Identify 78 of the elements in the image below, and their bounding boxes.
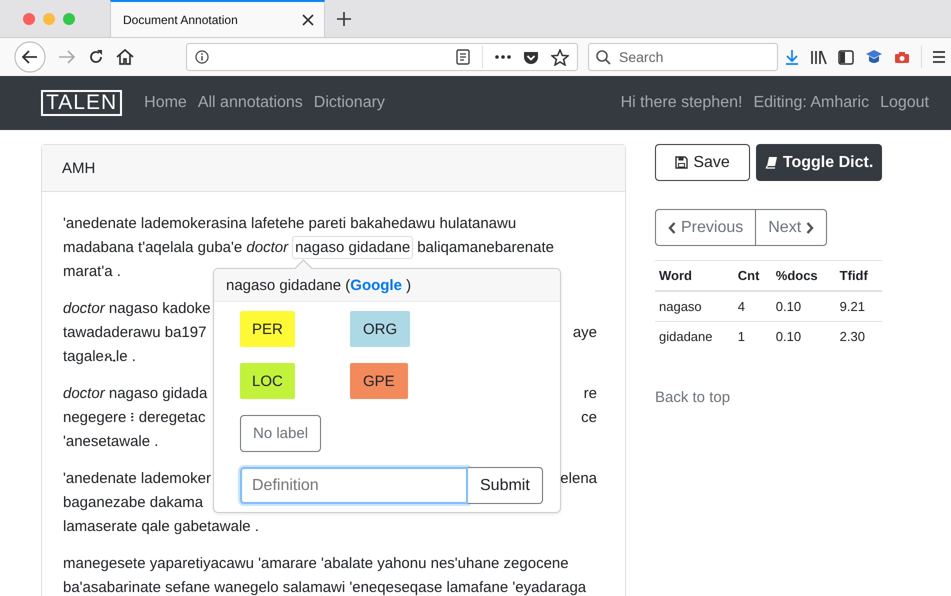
paragraph-text: ce <box>581 408 598 426</box>
table-cell: 4 <box>734 291 772 322</box>
table-cell: 2.30 <box>836 322 882 351</box>
chevron-right-icon <box>806 222 814 234</box>
submit-button[interactable]: Submit <box>468 467 543 504</box>
reload-icon[interactable] <box>88 49 104 65</box>
paragraph-text: doctor nagaso kadoke <box>63 300 212 316</box>
back-to-top-link[interactable]: Back to top <box>655 389 882 406</box>
paragraph-text: lamaserate qale gabetawale . <box>63 518 260 534</box>
toggle-dictionary-button[interactable]: Toggle Dict. <box>756 144 882 181</box>
brand-logo[interactable]: TALEN <box>41 90 122 116</box>
sidebar-icon[interactable] <box>838 50 854 64</box>
book-icon <box>764 156 778 169</box>
table-cell: 1 <box>734 322 772 351</box>
back-icon[interactable] <box>14 41 46 73</box>
card-header: AMH <box>42 145 625 192</box>
new-tab-icon[interactable] <box>337 12 351 26</box>
browser-tab[interactable]: Document Annotation <box>110 0 325 37</box>
column-header: Cnt <box>734 260 772 291</box>
next-button[interactable]: Next <box>756 209 828 246</box>
save-button[interactable]: Save <box>655 144 750 181</box>
paragraph-text: baliqamanebarenate <box>417 238 555 256</box>
paragraph-text: ba'asabarinate sefane wanegelo salamawi 'eneqeseqase lamafane 'eyadaraga <box>63 578 588 596</box>
paragraph-text: aye <box>572 324 598 340</box>
table-cell: 0.10 <box>772 291 836 322</box>
paragraph-text: 'anesetawale . <box>63 432 160 450</box>
paragraph-text: madabana t'aqelala guba'e doctor <box>63 238 290 256</box>
paragraph-text: tagaleጺle . <box>63 348 137 364</box>
paragraph-text: negegere ፧ deregetac <box>63 408 206 426</box>
paragraph-text: tawadaderawu ba197 <box>63 324 208 340</box>
search-field[interactable]: Search <box>588 43 778 71</box>
paragraph-text: marat'a . <box>63 262 122 280</box>
close-icon[interactable] <box>302 14 314 26</box>
table-cell: 9.21 <box>836 291 882 322</box>
star-icon[interactable] <box>551 48 569 66</box>
paragraph-text: elena <box>560 470 598 486</box>
nav-link[interactable]: Hi there stephen! <box>620 94 742 112</box>
label-button[interactable]: ORG <box>350 311 410 347</box>
paragraph-text: 'anedenate lademokerasina lafetehe pareti bakahedawu hulatanawu <box>63 214 518 232</box>
home-icon[interactable] <box>116 49 134 65</box>
nav-link[interactable]: All annotations <box>198 94 303 112</box>
google-link[interactable]: Google <box>350 277 402 294</box>
table-cell: 0.10 <box>772 322 836 351</box>
paragraph-text: 'anedenate lademoker <box>63 470 212 486</box>
info-icon[interactable] <box>195 50 209 64</box>
definition-field[interactable]: Definition <box>240 467 468 504</box>
forward-icon <box>58 50 76 64</box>
selected-phrase[interactable]: nagaso gidadane <box>292 236 414 258</box>
library-icon[interactable] <box>810 50 827 64</box>
menu-icon[interactable] <box>933 50 945 64</box>
previous-button[interactable]: Previous <box>655 209 756 246</box>
nav-link[interactable]: Home <box>144 94 187 112</box>
search-icon <box>596 50 611 65</box>
label-button[interactable]: PER <box>240 311 295 347</box>
table-cell: nagaso <box>655 291 734 322</box>
column-header: Tfidf <box>836 260 882 291</box>
popover-title: nagaso gidadane (Google ) <box>214 269 560 302</box>
table-cell: gidadane <box>655 322 734 351</box>
pocket-icon[interactable] <box>523 50 539 64</box>
paragraph-text: doctor nagaso gidada <box>63 384 208 402</box>
paragraph-text: manegesete yaparetiyacawu 'amarare 'abalate yahonu nes'uhane zegocene <box>63 554 570 572</box>
camera-icon[interactable] <box>894 50 910 64</box>
label-button[interactable]: GPE <box>350 363 408 399</box>
more-icon[interactable] <box>495 55 511 59</box>
nav-link[interactable]: Logout <box>880 94 929 112</box>
chevron-left-icon <box>668 222 676 234</box>
paragraph-text: baganezabe dakama <box>63 494 204 510</box>
column-header: Word <box>655 260 734 291</box>
nav-link[interactable]: Dictionary <box>314 94 385 112</box>
address-bar[interactable] <box>186 43 578 71</box>
column-header: %docs <box>772 260 836 291</box>
reader-view-icon[interactable] <box>456 49 470 65</box>
nav-link[interactable]: Editing: Amharic <box>753 94 870 112</box>
download-icon[interactable] <box>785 49 799 65</box>
paragraph-text: re <box>584 384 598 402</box>
graduation-cap-icon[interactable] <box>865 49 883 65</box>
no-label-button[interactable]: No label <box>240 415 322 452</box>
label-button[interactable]: LOC <box>240 363 295 399</box>
